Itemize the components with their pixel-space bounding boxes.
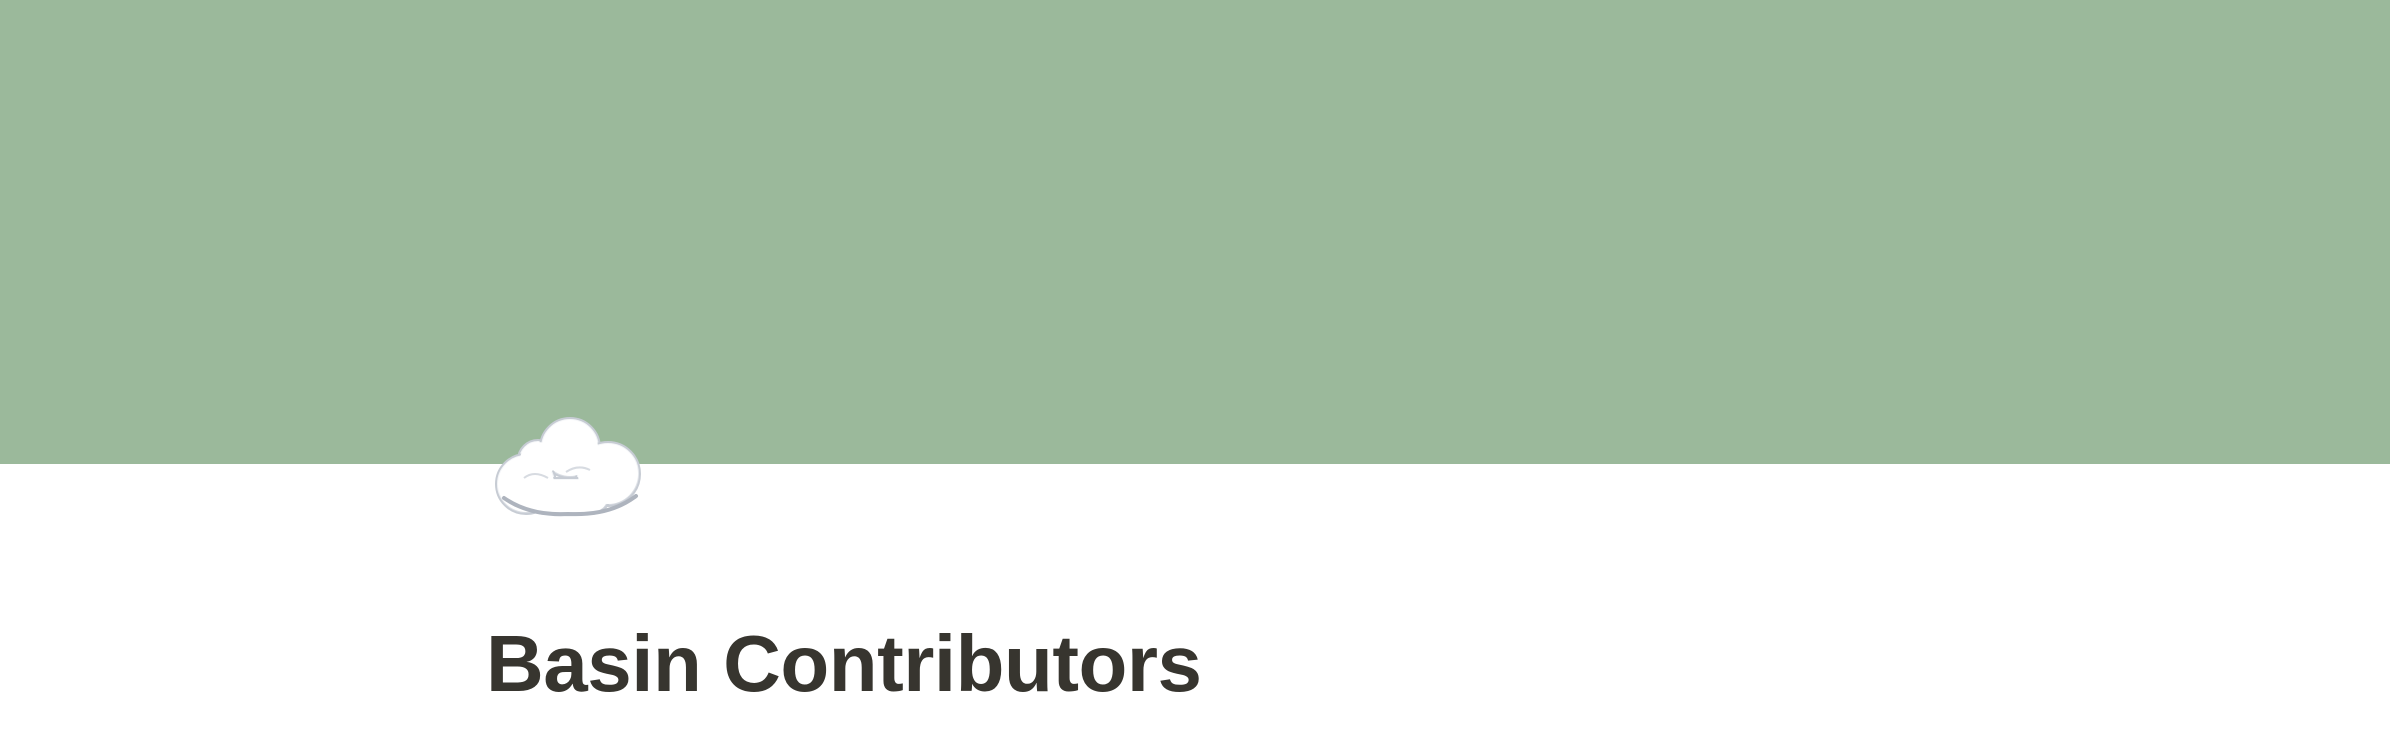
page-title[interactable]: Basin Contributors <box>486 616 1202 712</box>
page-cover[interactable] <box>0 0 2390 464</box>
page: Basin Contributors <box>0 0 2390 756</box>
cloud-icon[interactable] <box>490 408 646 518</box>
